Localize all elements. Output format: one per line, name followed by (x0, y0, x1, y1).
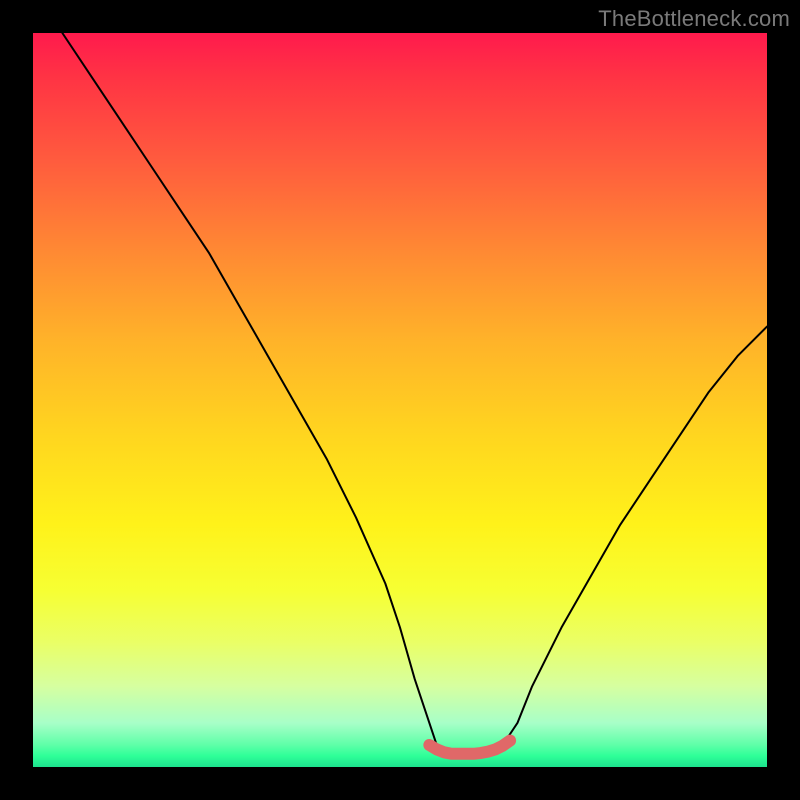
plot-area (33, 33, 767, 767)
chart-frame: TheBottleneck.com (0, 0, 800, 800)
flat-bottom-highlight (429, 741, 510, 754)
curve-layer (33, 33, 767, 767)
watermark-text: TheBottleneck.com (598, 6, 790, 32)
bottleneck-curve (62, 33, 767, 752)
